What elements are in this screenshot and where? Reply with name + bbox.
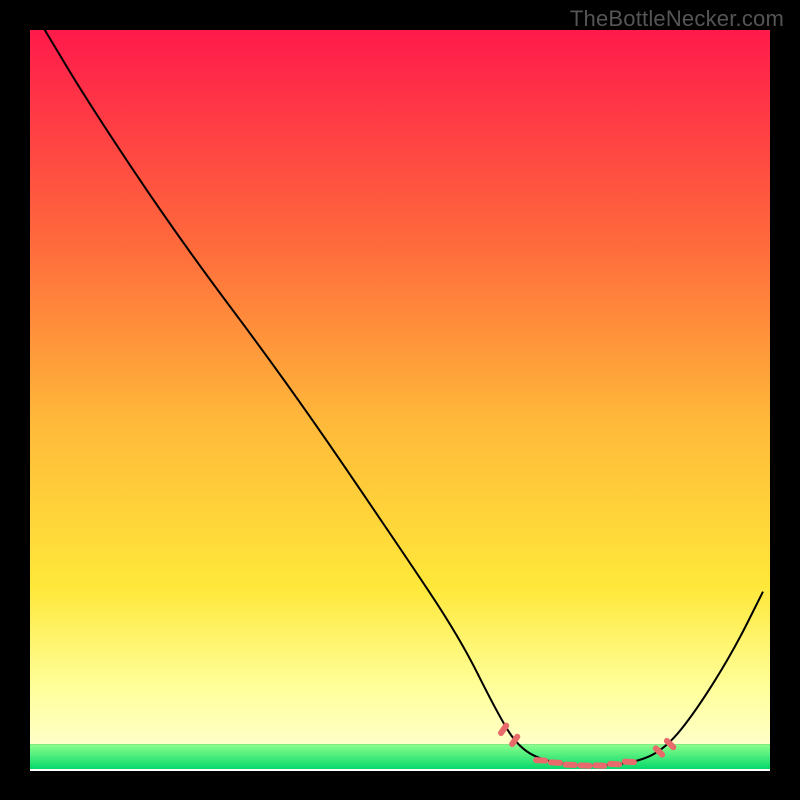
attribution-text: TheBottleNecker.com [570, 6, 784, 32]
gradient-background [30, 30, 770, 744]
chart-container: TheBottleNecker.com [0, 0, 800, 800]
bottleneck-marker [512, 737, 517, 744]
bottleneck-chart [0, 0, 800, 800]
bottleneck-marker [501, 726, 506, 733]
plot-area [30, 30, 770, 770]
